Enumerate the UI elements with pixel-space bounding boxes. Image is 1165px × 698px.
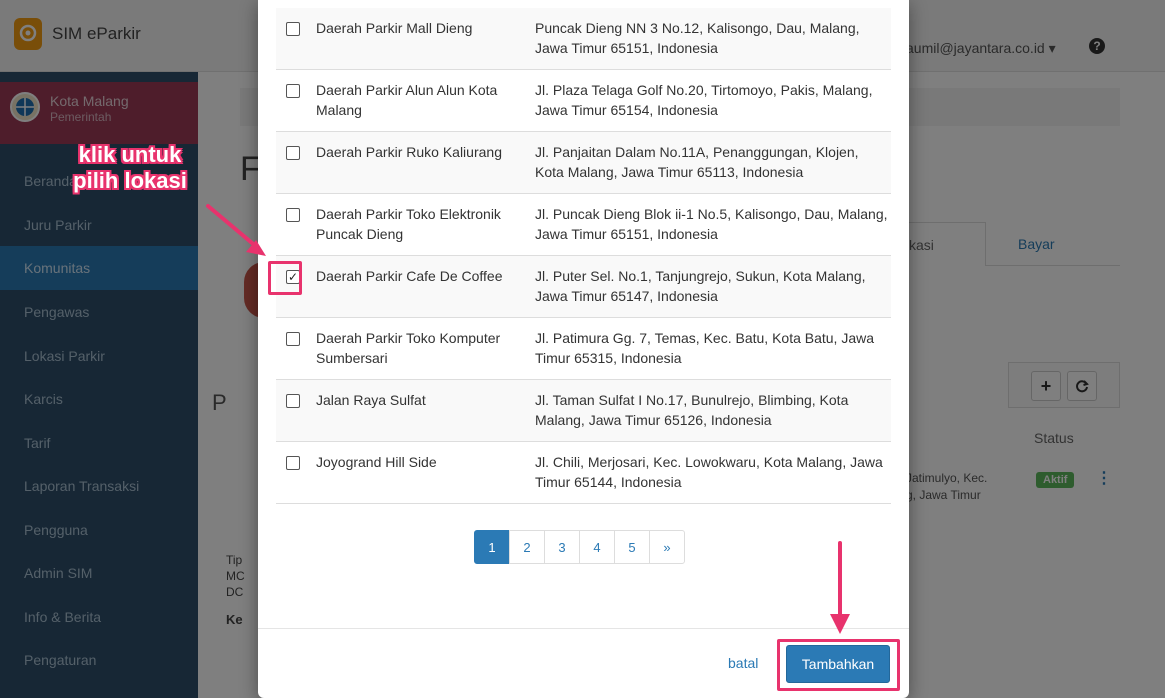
location-name: Joyogrand Hill Side [316,454,437,470]
checkbox-highlight [268,261,302,295]
location-checkbox[interactable] [286,84,300,98]
page-link-1[interactable]: 1 [474,530,510,564]
button-highlight [777,639,900,691]
page-link-3[interactable]: 3 [544,530,580,564]
location-name: Daerah Parkir Toko Komputer Sumbersari [316,330,501,366]
location-checkbox[interactable] [286,208,300,222]
location-address: Jl. Chili, Merjosari, Kec. Lowokwaru, Ko… [535,454,883,490]
location-checkbox[interactable] [286,456,300,470]
table-row[interactable]: Joyogrand Hill Side Jl. Chili, Merjosari… [276,442,891,504]
location-address: Jl. Puter Sel. No.1, Tanjungrejo, Sukun,… [535,268,866,304]
cancel-link[interactable]: batal [728,655,758,671]
table-row[interactable]: Daerah Parkir Toko Elektronik Puncak Die… [276,194,891,256]
location-checkbox[interactable] [286,394,300,408]
location-name: Jalan Raya Sulfat [316,392,426,408]
location-address: Jl. Panjaitan Dalam No.11A, Penanggungan… [535,144,859,180]
table-row[interactable]: Daerah Parkir Toko Komputer Sumbersari J… [276,318,891,380]
table-row[interactable]: ✓ Daerah Parkir Cafe De Coffee Jl. Puter… [276,256,891,318]
location-address: Puncak Dieng NN 3 No.12, Kalisongo, Dau,… [535,20,860,56]
location-address: Jl. Plaza Telaga Golf No.20, Tirtomoyo, … [535,82,873,118]
location-checkbox[interactable] [286,146,300,160]
table-row[interactable]: Jalan Raya Sulfat Jl. Taman Sulfat I No.… [276,380,891,442]
location-checkbox[interactable] [286,332,300,346]
location-name: Daerah Parkir Cafe De Coffee [316,268,503,284]
table-row[interactable]: Daerah Parkir Alun Alun Kota Malang Jl. … [276,70,891,132]
location-name: Daerah Parkir Mall Dieng [316,20,473,36]
pagination: 1 2 3 4 5 » [474,530,685,564]
location-checkbox[interactable] [286,22,300,36]
select-location-modal: Daerah Parkir Mall Dieng Puncak Dieng NN… [258,0,909,698]
page-link-5[interactable]: 5 [614,530,650,564]
page-link-4[interactable]: 4 [579,530,615,564]
table-row[interactable]: Daerah Parkir Mall Dieng Puncak Dieng NN… [276,8,891,70]
location-name: Daerah Parkir Ruko Kaliurang [316,144,502,160]
location-name: Daerah Parkir Alun Alun Kota Malang [316,82,498,118]
location-address: Jl. Taman Sulfat I No.17, Bunulrejo, Bli… [535,392,849,428]
page-link-2[interactable]: 2 [509,530,545,564]
next-page-link[interactable]: » [649,530,685,564]
location-name: Daerah Parkir Toko Elektronik Puncak Die… [316,206,501,242]
table-row[interactable]: Daerah Parkir Ruko Kaliurang Jl. Panjait… [276,132,891,194]
tutorial-callout: klik untuk pilih lokasi [73,142,187,193]
location-address: Jl. Patimura Gg. 7, Temas, Kec. Batu, Ko… [535,330,875,366]
location-address: Jl. Puncak Dieng Blok ii-1 No.5, Kalison… [535,206,888,242]
